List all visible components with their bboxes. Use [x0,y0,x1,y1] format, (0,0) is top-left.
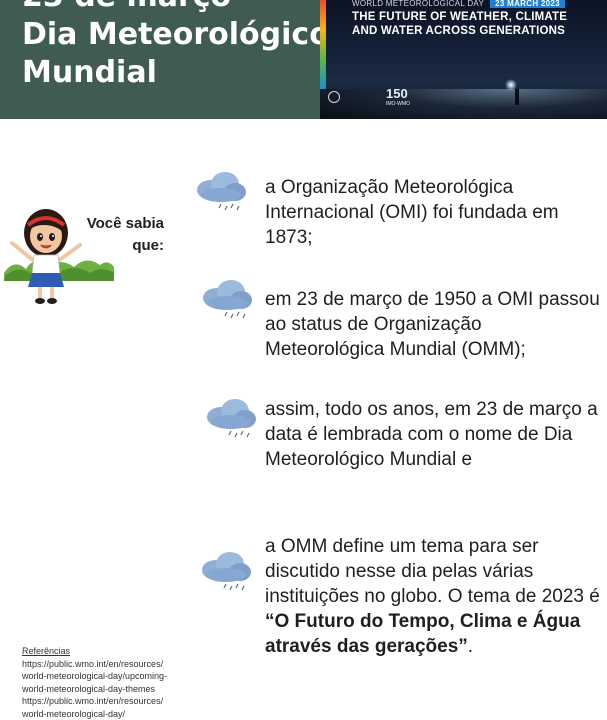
fact-item-2: em 23 de março de 1950 a OMI passou ao s… [265,289,600,360]
person-silhouette [515,89,519,105]
mascot-caption-line: Você sabia [86,215,164,232]
references: Referências https://public.wmo.int/en/re… [22,645,222,720]
fact-item-4-end: . [467,636,474,657]
rain-cloud-icon [197,172,246,211]
wmo-banner-image: WORLD METEOROLOGICAL DAY 23 MARCH 2023 TH… [320,0,607,119]
banner-event-label: WORLD METEOROLOGICAL DAY [352,0,485,8]
references-title: Referências [22,646,71,656]
page-title: 23 de março Dia Meteorológico Mundial [22,0,330,92]
theme-2023: “O Futuro do Tempo, Clima e Água através… [265,611,581,657]
wmo-logo-icon [328,90,340,103]
fact-item-4-text: a OMM define um tema para ser discutido … [265,536,600,607]
banner-logos: 150 IMO-WMO [328,86,410,107]
mascot-caption: Você sabia que: [76,213,164,257]
banner-date: 23 MARCH 2023 [490,0,565,8]
banner-theme-line: AND WATER ACROSS GENERATIONS [352,25,566,37]
reference-line: https://public.wmo.int/en/resources/ [22,658,164,669]
reference-line: world-meteorological-day-themes [22,683,156,694]
header-band: 23 de março Dia Meteorológico Mundial WO… [0,0,607,119]
title-line: Mundial [22,55,157,90]
reference-line: world-meteorological-day/upcoming- [22,671,168,681]
logo-150-number: 150 [386,86,408,101]
fact-item-4: a OMM define um tema para ser discutido … [265,534,600,659]
banner-theme: THE FUTURE OF WEATHER, CLIMATE AND WATER… [352,10,602,38]
fact-item-1: a Organização Meteorológica Internaciona… [265,177,559,248]
rain-cloud-icon [202,552,251,591]
fact-item-3: assim, todo os anos, em 23 de março a da… [265,399,598,470]
rain-cloud-icon [203,280,252,319]
rain-cloud-icon [207,399,256,438]
logo-150: 150 IMO-WMO [386,86,410,107]
banner-theme-line: THE FUTURE OF WEATHER, CLIMATE [352,11,568,23]
title-line: 23 de março [22,0,312,16]
reference-line: https://public.wmo.int/en/resources/ [22,696,164,706]
logo-150-sub: IMO-WMO [386,101,410,107]
reference-line: world-meteorological-day/ [22,708,126,719]
banner-top-label: WORLD METEOROLOGICAL DAY 23 MARCH 2023 [352,0,565,8]
mascot-caption-line: que: [132,237,164,254]
title-line: Dia Meteorológico [22,17,330,52]
